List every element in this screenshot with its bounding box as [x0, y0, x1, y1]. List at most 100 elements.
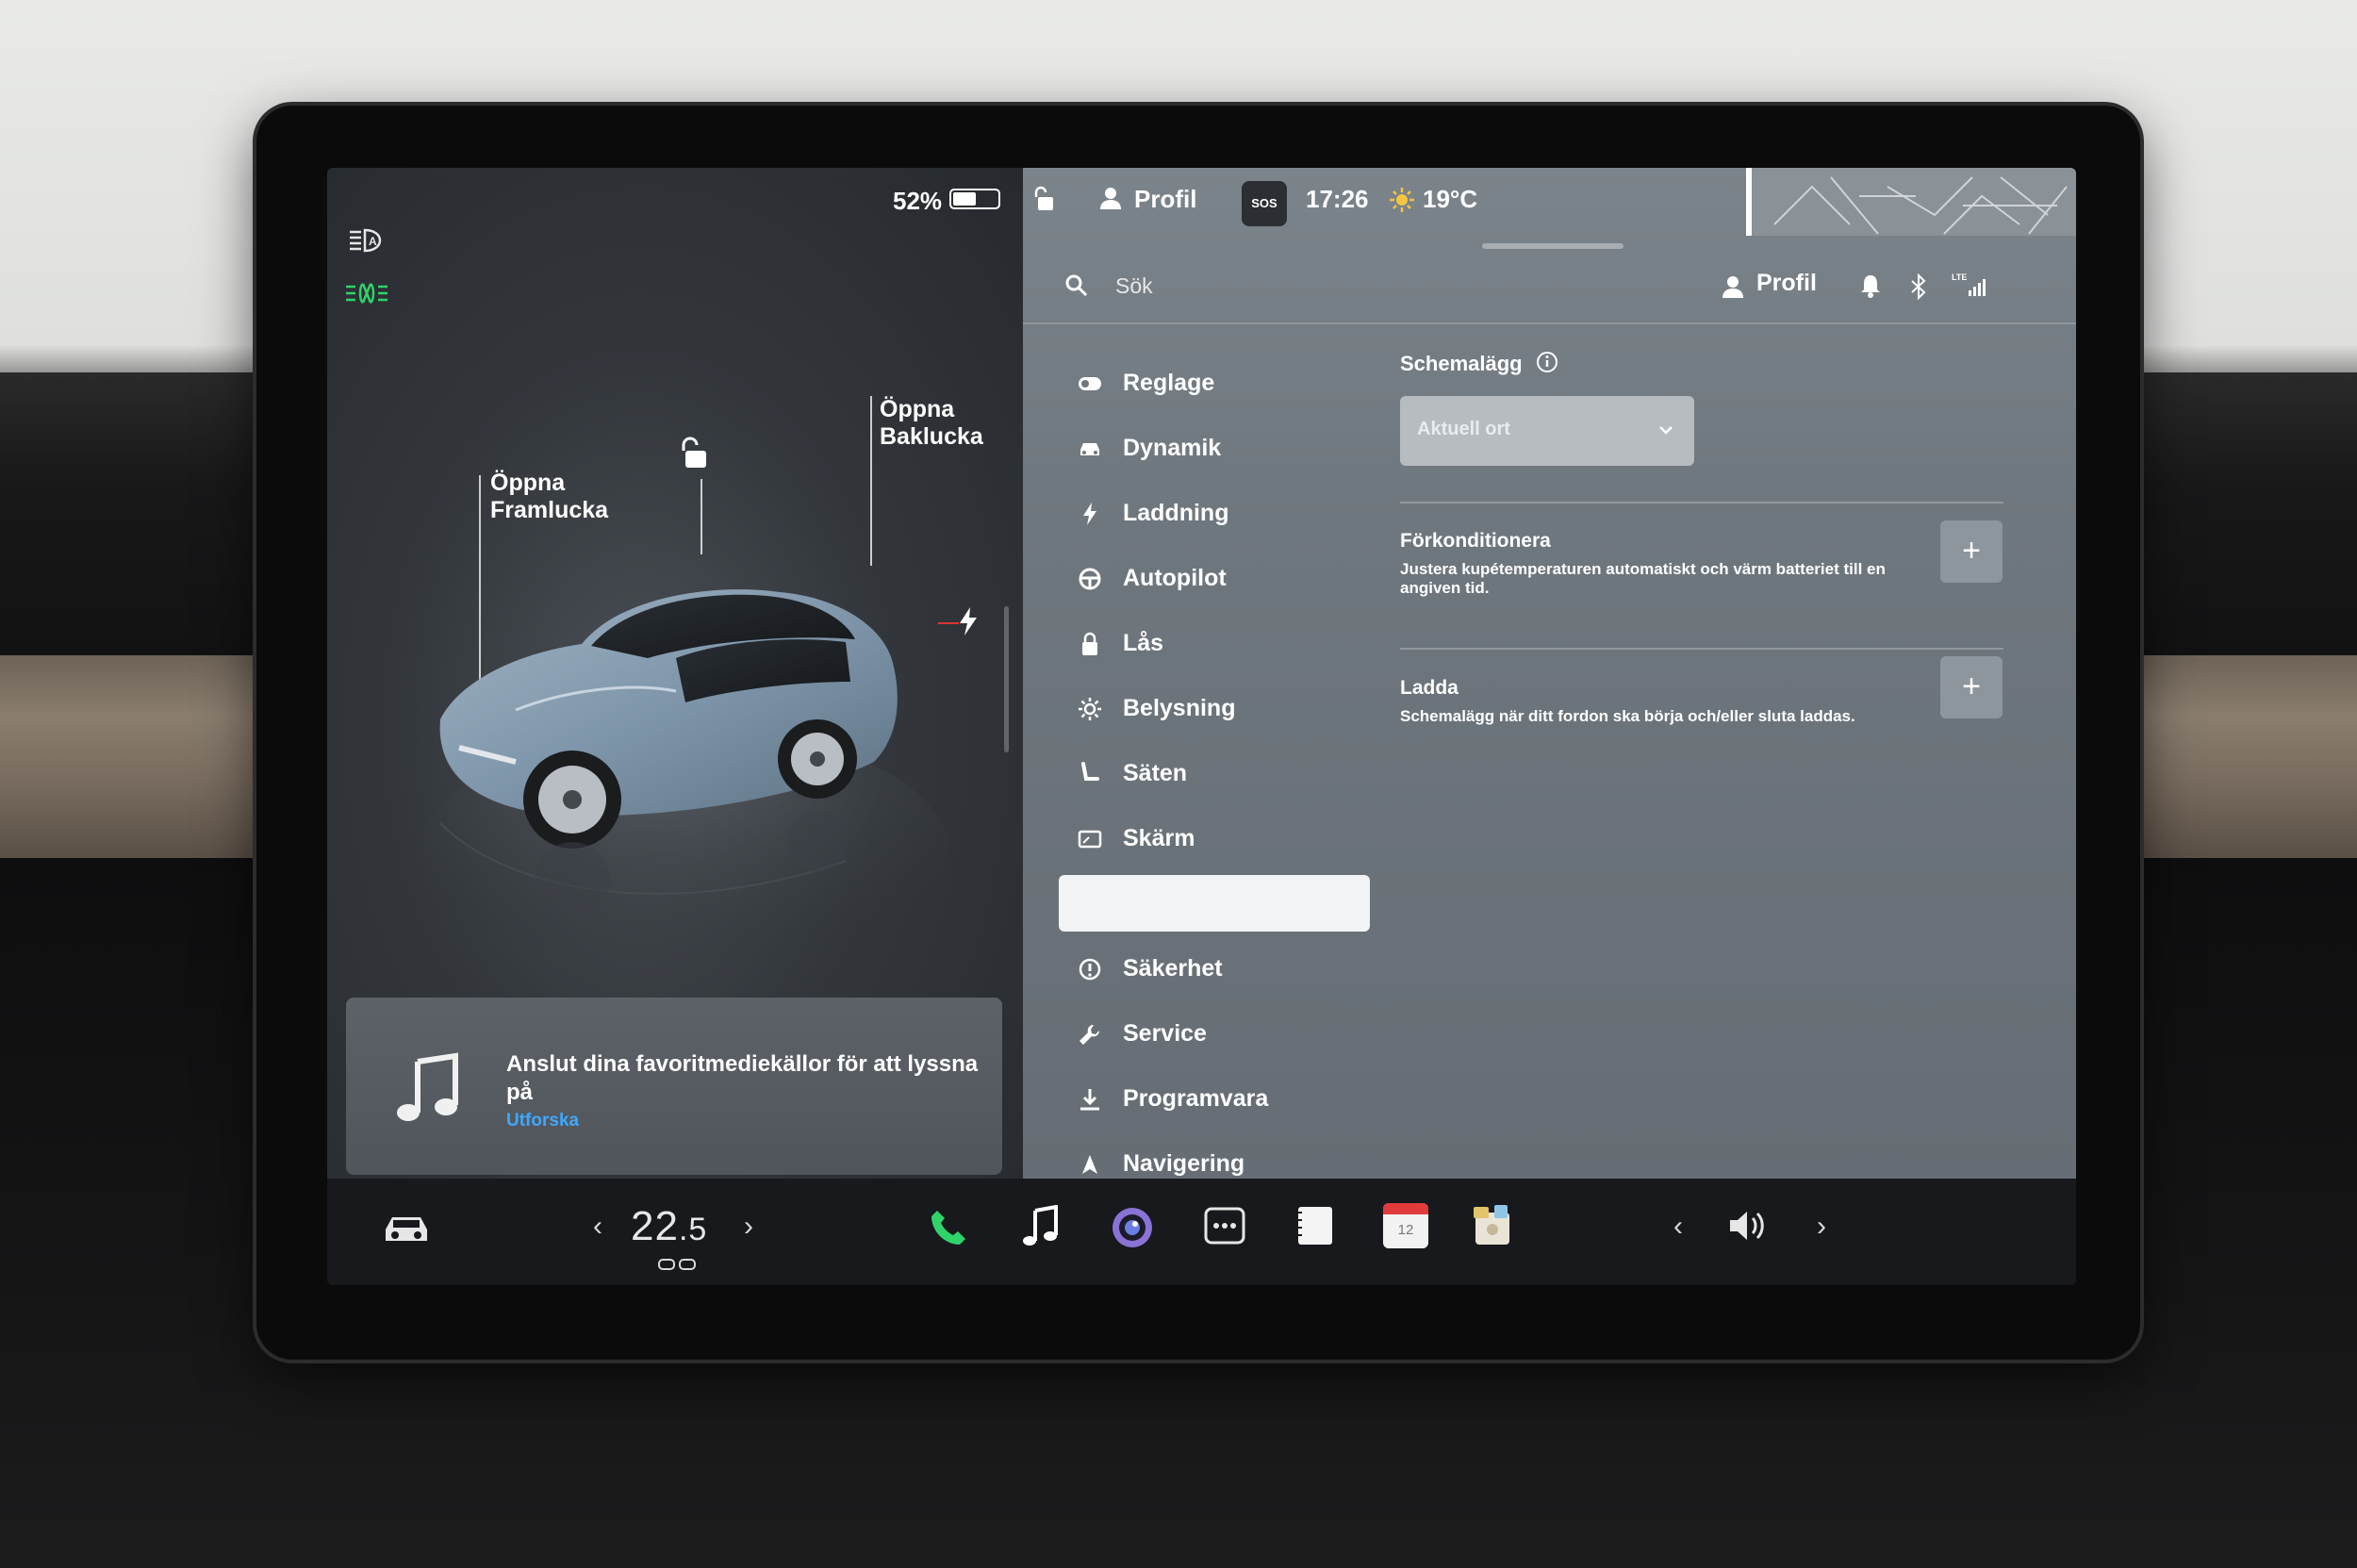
- top-profile-label[interactable]: Profil: [1134, 185, 1196, 214]
- toggle-icon: [1078, 371, 1102, 396]
- lte-signal-icon: LTE: [1952, 272, 1989, 305]
- header-profile-label[interactable]: Profil: [1756, 270, 1817, 297]
- phone-icon[interactable]: [928, 1207, 969, 1253]
- schedule-content: Schemalägg Aktuell ort Förkonditionera J…: [1400, 351, 2003, 725]
- media-player-card[interactable]: Anslut dina favoritmediekällor för att l…: [346, 998, 1002, 1175]
- menu-label: Lås: [1123, 630, 1164, 656]
- trunk-label-line2: Baklucka: [880, 423, 983, 450]
- menu-label: Dynamik: [1123, 435, 1222, 461]
- open-trunk-label[interactable]: Öppna Baklucka: [880, 396, 983, 451]
- menu-item-schemalagg-selected[interactable]: [1059, 875, 1370, 932]
- download-icon: [1078, 1087, 1102, 1112]
- menu-item-las[interactable]: Lås: [1059, 611, 1370, 676]
- divider: [1400, 648, 2003, 650]
- menu-label: Navigering: [1123, 1150, 1245, 1177]
- headlight-auto-icon[interactable]: A: [346, 226, 386, 262]
- music-icon[interactable]: [1022, 1204, 1060, 1253]
- profile-icon[interactable]: [1722, 275, 1743, 303]
- shield-alert-icon: [1078, 957, 1102, 982]
- charge-description: Schemalägg när ditt fordon ska börja och…: [1400, 707, 1855, 725]
- lock-icon: [1078, 632, 1102, 656]
- battery-percent: 52%: [893, 187, 943, 215]
- top-status-bar: Profil SOS 17:26 19°C: [1023, 168, 2076, 249]
- volume-up-button[interactable]: ›: [1817, 1211, 1826, 1243]
- media-prompt-text: Anslut dina favoritmediekällor för att l…: [506, 1051, 979, 1105]
- car-icon: [1078, 437, 1102, 461]
- steering-wheel-icon: [1078, 567, 1102, 591]
- calendar-icon: [1078, 891, 1102, 916]
- wrench-icon: [1078, 1022, 1102, 1047]
- temp-up-button[interactable]: ›: [744, 1211, 753, 1243]
- menu-item-belysning[interactable]: Belysning: [1059, 676, 1370, 741]
- calendar-header: [1383, 1203, 1428, 1214]
- bolt-icon: [1078, 502, 1102, 526]
- menu-item-saten[interactable]: Säten: [1059, 741, 1370, 806]
- sun-icon: [1078, 697, 1102, 721]
- volume-down-button[interactable]: ‹: [1673, 1211, 1683, 1243]
- explore-link[interactable]: Utforska: [506, 1111, 579, 1131]
- battery-icon: [949, 189, 1000, 209]
- seat-icon: [1078, 761, 1102, 786]
- notepad-icon[interactable]: [1293, 1203, 1336, 1253]
- menu-label: Säten: [1123, 760, 1188, 786]
- divider: [1400, 502, 2003, 503]
- profile-icon[interactable]: [1100, 187, 1121, 216]
- schedule-title: Schemalägg: [1400, 351, 1523, 375]
- search-input[interactable]: Sök: [1115, 273, 1153, 299]
- add-charge-schedule-button[interactable]: +: [1940, 656, 2003, 718]
- menu-item-autopilot[interactable]: Autopilot: [1059, 546, 1370, 611]
- add-precondition-button[interactable]: +: [1940, 520, 2003, 583]
- precondition-title: Förkonditionera: [1400, 530, 1551, 552]
- car-illustration[interactable]: [403, 540, 968, 983]
- charge-title: Ladda: [1400, 677, 1459, 699]
- menu-item-sakerhet[interactable]: Säkerhet: [1059, 936, 1370, 1001]
- precondition-description: Justera kupétemperaturen automatiskt och…: [1400, 560, 1886, 597]
- menu-item-reglage[interactable]: Reglage: [1059, 351, 1370, 416]
- volume-icon[interactable]: [1726, 1207, 1772, 1249]
- calendar-app-icon[interactable]: 12: [1383, 1203, 1428, 1248]
- menu-item-skarm[interactable]: Skärm: [1059, 806, 1370, 871]
- car-icon[interactable]: [380, 1211, 433, 1249]
- sun-weather-icon: [1389, 187, 1415, 220]
- menu-label: Säkerhet: [1123, 955, 1223, 982]
- outside-temperature: 19°C: [1423, 185, 1478, 213]
- cabin-temperature[interactable]: 22.5: [631, 1203, 707, 1250]
- camera-app-icon[interactable]: [1110, 1205, 1155, 1255]
- menu-item-programvara[interactable]: Programvara: [1059, 1066, 1370, 1131]
- menu-label: Service: [1123, 1020, 1207, 1047]
- temp-down-button[interactable]: ‹: [593, 1211, 602, 1243]
- menu-item-dynamik[interactable]: Dynamik: [1059, 416, 1370, 481]
- bluetooth-icon[interactable]: [1909, 272, 1928, 305]
- seat-heater-icon[interactable]: [657, 1258, 699, 1278]
- calendar-day: 12: [1397, 1222, 1414, 1238]
- display-icon: [1078, 827, 1102, 851]
- bell-icon[interactable]: [1860, 273, 1881, 303]
- search-icon[interactable]: [1064, 273, 1089, 303]
- bottom-bar: ‹ 22.5 › 12 ‹ ›: [327, 1179, 2076, 1285]
- settings-panel: Profil SOS 17:26 19°C Sök Profil LTE Reg…: [1023, 168, 2076, 1179]
- location-select-value: Aktuell ort: [1417, 419, 1510, 439]
- sos-button[interactable]: SOS: [1242, 181, 1287, 226]
- toybox-icon[interactable]: [1470, 1201, 1515, 1253]
- settings-menu: Reglage Dynamik Laddning Autopilot Lås B…: [1059, 351, 1370, 1197]
- menu-label: Programvara: [1123, 1085, 1269, 1112]
- location-select[interactable]: Aktuell ort: [1400, 396, 1694, 466]
- unlock-status-icon[interactable]: [1032, 185, 1057, 220]
- chevron-down-icon: [1658, 422, 1673, 439]
- menu-item-service[interactable]: Service: [1059, 1001, 1370, 1066]
- menu-label: Autopilot: [1123, 565, 1227, 591]
- more-apps-icon[interactable]: [1204, 1207, 1245, 1249]
- touchscreen: A 52% Öppna Framlucka Öppna Baklucka Ans…: [327, 168, 2076, 1285]
- navigation-icon: [1078, 1152, 1102, 1177]
- unlock-icon[interactable]: [678, 434, 712, 476]
- frunk-label-line1: Öppna: [490, 470, 566, 496]
- car-panel-scrollbar[interactable]: [1004, 606, 1009, 752]
- menu-label: Belysning: [1123, 695, 1236, 721]
- info-icon[interactable]: [1536, 351, 1558, 379]
- trunk-label-line1: Öppna: [880, 396, 955, 422]
- fog-light-icon[interactable]: [344, 279, 389, 315]
- open-frunk-label[interactable]: Öppna Framlucka: [490, 470, 608, 524]
- frunk-label-line2: Framlucka: [490, 497, 609, 523]
- mini-map[interactable]: [1746, 168, 2076, 236]
- menu-item-laddning[interactable]: Laddning: [1059, 481, 1370, 546]
